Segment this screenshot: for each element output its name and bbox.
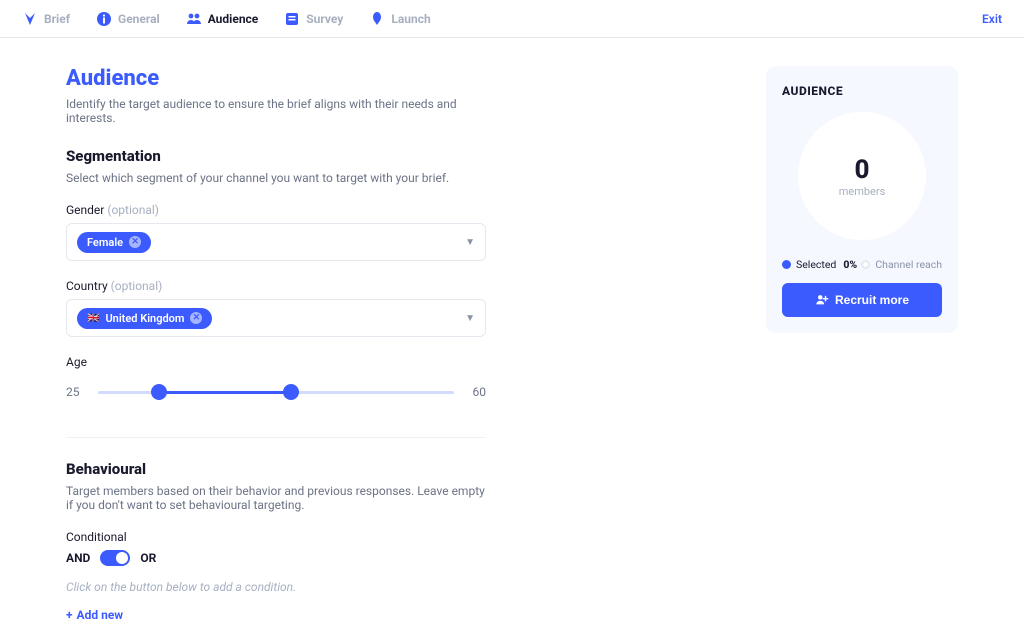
chevron-down-icon: ▼ — [465, 237, 475, 248]
country-label-text: Country — [66, 279, 108, 293]
tab-brief[interactable]: Brief — [22, 11, 70, 27]
section-divider — [66, 437, 486, 438]
tab-launch[interactable]: Launch — [369, 11, 430, 27]
and-label: AND — [66, 551, 90, 565]
country-chip-remove-icon[interactable]: ✕ — [190, 312, 202, 324]
legend-dot-selected — [782, 260, 791, 269]
add-new-label: Add new — [77, 608, 124, 622]
age-thumb-high[interactable] — [283, 384, 299, 400]
or-label: OR — [140, 551, 156, 565]
brief-icon — [22, 11, 38, 27]
tab-audience[interactable]: Audience — [186, 11, 259, 27]
legend-dot-reach — [861, 260, 870, 269]
conditional-toggle-row: AND OR — [66, 550, 486, 566]
age-track-fill — [159, 391, 291, 394]
plus-icon: + — [66, 608, 73, 622]
flag-icon: 🇬🇧 — [87, 313, 99, 324]
tab-label: Brief — [44, 12, 70, 26]
info-icon — [96, 11, 112, 27]
audience-members-label: members — [839, 185, 886, 198]
segmentation-heading: Segmentation — [66, 147, 486, 165]
country-select[interactable]: 🇬🇧 United Kingdom ✕ ▼ — [66, 299, 486, 337]
sidebar: AUDIENCE 0 members Selected 0% Channel r… — [766, 66, 958, 622]
audience-ring-center: 0 members — [839, 155, 886, 198]
tab-label: Audience — [208, 12, 259, 26]
age-slider-row: 25 60 — [66, 375, 486, 409]
gender-chip-remove-icon[interactable]: ✕ — [129, 236, 141, 248]
audience-count: 0 — [839, 155, 886, 185]
top-nav: Brief General Audience Survey Launch — [0, 0, 1024, 38]
country-optional: (optional) — [111, 279, 163, 293]
tab-label: General — [118, 12, 160, 26]
tab-label: Launch — [391, 12, 430, 26]
page-subtitle: Identify the target audience to ensure t… — [66, 97, 486, 125]
conditional-label: Conditional — [66, 530, 486, 544]
gender-chip-text: Female — [87, 236, 123, 249]
audience-icon — [186, 11, 202, 27]
legend-selected-label: Selected — [796, 258, 836, 271]
tab-label: Survey — [306, 12, 343, 26]
legend-reach-label: Channel reach — [875, 258, 942, 271]
page-body: Audience Identify the target audience to… — [0, 38, 1024, 622]
country-chip[interactable]: 🇬🇧 United Kingdom ✕ — [77, 308, 212, 329]
gender-label: Gender (optional) — [66, 203, 486, 217]
condition-hint: Click on the button below to add a condi… — [66, 580, 486, 594]
audience-legend: Selected 0% Channel reach — [782, 258, 942, 271]
recruit-icon — [815, 293, 829, 307]
country-chip-text: United Kingdom — [105, 312, 184, 325]
segmentation-desc: Select which segment of your channel you… — [66, 171, 486, 185]
conditional-toggle[interactable] — [100, 550, 130, 566]
age-label: Age — [66, 355, 486, 369]
survey-icon — [284, 11, 300, 27]
country-label: Country (optional) — [66, 279, 486, 293]
audience-card: AUDIENCE 0 members Selected 0% Channel r… — [766, 66, 958, 333]
tab-survey[interactable]: Survey — [284, 11, 343, 27]
gender-select[interactable]: Female ✕ ▼ — [66, 223, 486, 261]
page-title: Audience — [66, 66, 486, 91]
recruit-more-label: Recruit more — [835, 293, 909, 307]
toggle-knob — [116, 552, 128, 564]
recruit-more-button[interactable]: Recruit more — [782, 283, 942, 317]
main-column: Audience Identify the target audience to… — [66, 66, 486, 622]
chevron-down-icon: ▼ — [465, 313, 475, 324]
add-condition-button[interactable]: + Add new — [66, 608, 486, 622]
exit-link[interactable]: Exit — [982, 12, 1002, 26]
nav-tabs: Brief General Audience Survey Launch — [22, 11, 431, 27]
tab-general[interactable]: General — [96, 11, 160, 27]
audience-ring: 0 members — [798, 112, 926, 240]
behavioural-desc: Target members based on their behavior a… — [66, 484, 486, 512]
gender-chip[interactable]: Female ✕ — [77, 232, 151, 253]
gender-label-text: Gender — [66, 203, 104, 217]
age-max: 60 — [464, 385, 486, 399]
legend-reach: Channel reach — [861, 258, 942, 271]
legend-selected: Selected 0% — [782, 258, 857, 271]
behavioural-heading: Behavioural — [66, 460, 486, 478]
legend-selected-pct: 0% — [843, 258, 857, 271]
launch-icon — [369, 11, 385, 27]
age-slider[interactable] — [98, 375, 454, 409]
gender-optional: (optional) — [107, 203, 159, 217]
audience-card-heading: AUDIENCE — [782, 84, 942, 98]
age-thumb-low[interactable] — [151, 384, 167, 400]
age-min: 25 — [66, 385, 88, 399]
